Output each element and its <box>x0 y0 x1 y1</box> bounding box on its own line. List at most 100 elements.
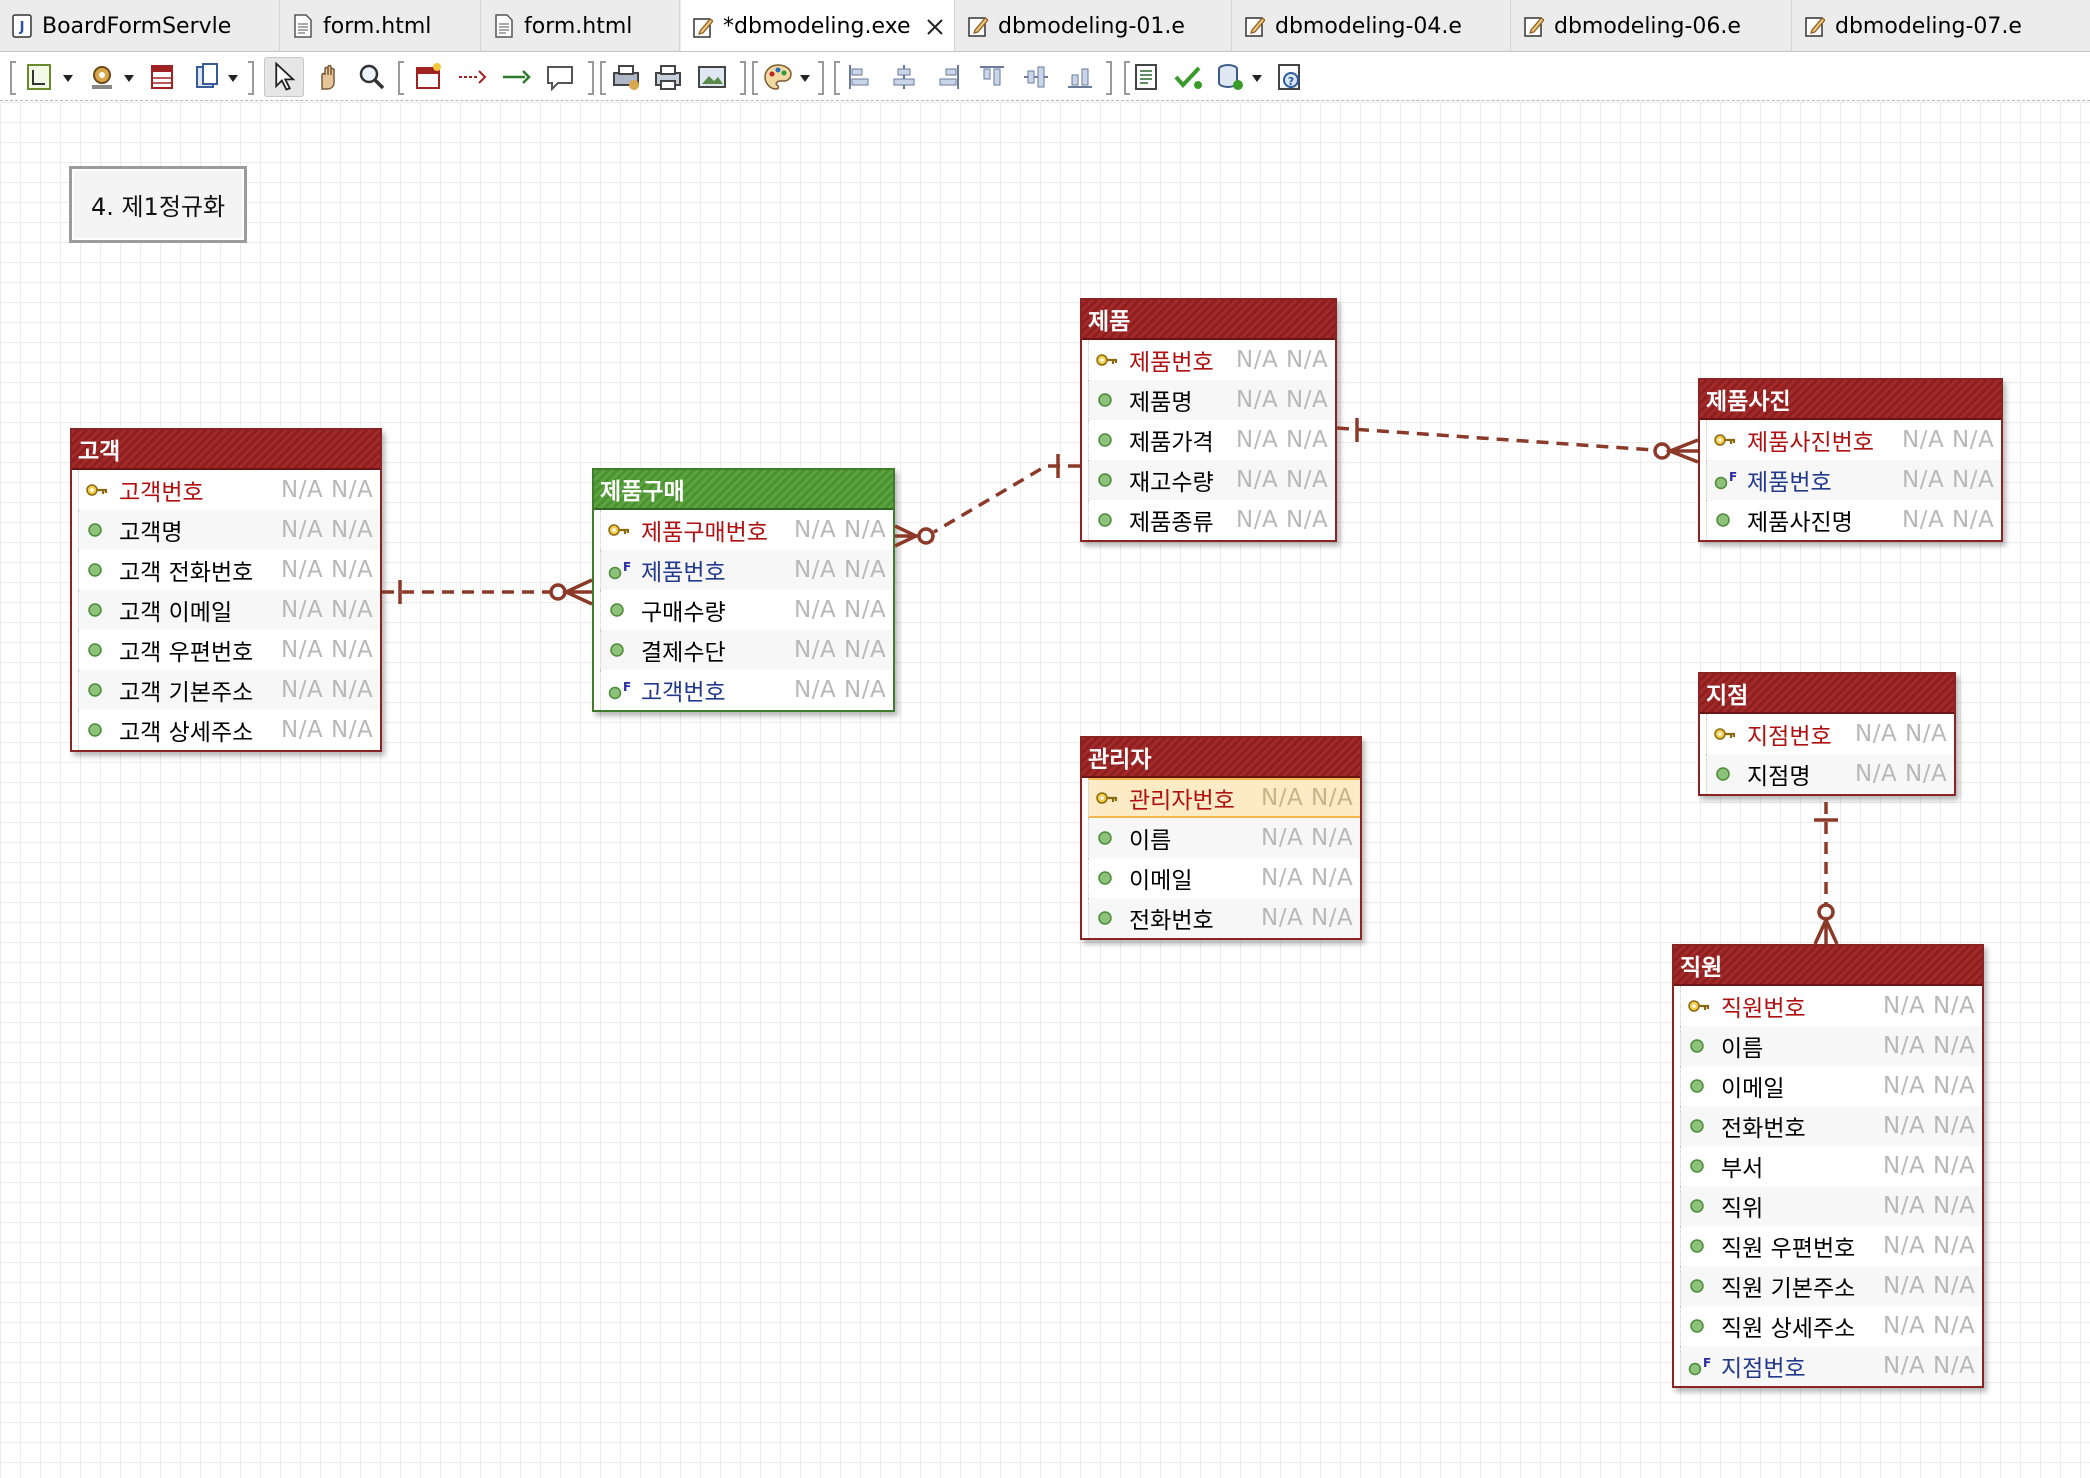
relation-solid-icon[interactable] <box>500 61 532 93</box>
column-row[interactable]: 직원 상세주소 N/A N/A <box>1680 1306 1982 1346</box>
primary-key-icon <box>1096 354 1118 366</box>
chevron-down-icon[interactable] <box>228 75 238 82</box>
column-row[interactable]: 직위 N/A N/A <box>1680 1186 1982 1226</box>
column-name: 직위 <box>1721 1196 1764 1222</box>
column-row[interactable]: 제품사진명 N/A N/A <box>1706 500 2001 540</box>
printer-icon[interactable] <box>652 61 684 93</box>
entity-product-photo[interactable]: 제품사진 제품사진번호 N/A N/A F 제품번호 N/A N/A 제품사진명 N/A N/… <box>1698 378 2003 542</box>
relation-dashed-icon[interactable] <box>456 61 488 93</box>
align-center-icon[interactable] <box>888 61 920 93</box>
column-row[interactable]: 부서 N/A N/A <box>1680 1146 1982 1186</box>
column-row[interactable]: 고객 우편번호 N/A N/A <box>78 630 380 670</box>
align-bottom-icon[interactable] <box>1064 61 1096 93</box>
settings-icon[interactable] <box>86 61 118 93</box>
column-row[interactable]: 제품번호 N/A N/A <box>1088 340 1335 380</box>
validate-icon[interactable] <box>1172 61 1204 93</box>
chevron-down-icon[interactable] <box>800 75 810 82</box>
column-row[interactable]: 고객번호 N/A N/A <box>78 470 380 510</box>
tab-dbmodeling-07[interactable]: dbmodeling-07.e <box>1793 0 2090 51</box>
ddl-icon[interactable] <box>1130 61 1162 93</box>
column-row[interactable]: 전화번호 N/A N/A <box>1088 898 1360 938</box>
tab-dbmodeling-active[interactable]: *dbmodeling.exe <box>681 0 955 51</box>
entity-header[interactable]: 제품 <box>1082 300 1335 340</box>
entity-employee[interactable]: 직원 직원번호 N/A N/A 이름 N/A N/A 이메일 N/A N/A 전화번호 N/A … <box>1672 944 1984 1388</box>
entity-branch[interactable]: 지점 지점번호 N/A N/A 지점명 N/A N/A <box>1698 672 1956 796</box>
column-row[interactable]: 제품종류 N/A N/A <box>1088 500 1335 540</box>
chevron-down-icon[interactable] <box>124 75 134 82</box>
column-row[interactable]: 직원번호 N/A N/A <box>1680 986 1982 1026</box>
column-row[interactable]: 제품가격 N/A N/A <box>1088 420 1335 460</box>
column-row[interactable]: 고객 기본주소 N/A N/A <box>78 670 380 710</box>
column-row[interactable]: 제품구매번호 N/A N/A <box>600 510 893 550</box>
zoom-icon[interactable] <box>356 61 388 93</box>
note-icon[interactable] <box>544 61 576 93</box>
column-row[interactable]: 이름 N/A N/A <box>1680 1026 1982 1066</box>
print-icon[interactable] <box>610 61 642 93</box>
tab-form-html-2[interactable]: form.html <box>482 0 680 51</box>
primary-key-icon <box>86 484 108 496</box>
image-export-icon[interactable] <box>696 61 728 93</box>
select-tool-button[interactable] <box>264 57 304 97</box>
attribute-icon <box>88 723 102 737</box>
copy-icon[interactable] <box>192 61 224 93</box>
tab-boardformservlet[interactable]: J BoardFormServle <box>0 0 280 51</box>
column-row[interactable]: F 제품번호 N/A N/A <box>600 550 893 590</box>
column-row[interactable]: 제품명 N/A N/A <box>1088 380 1335 420</box>
hand-icon[interactable] <box>312 61 344 93</box>
table-icon[interactable] <box>146 61 178 93</box>
column-row[interactable]: 제품사진번호 N/A N/A <box>1706 420 2001 460</box>
align-left-icon[interactable] <box>844 61 876 93</box>
entity-product[interactable]: 제품 제품번호 N/A N/A 제품명 N/A N/A 제품가격 N/A N/A 재고수량 N/… <box>1080 298 1337 542</box>
attribute-icon <box>1098 473 1112 487</box>
column-row[interactable]: 구매수량 N/A N/A <box>600 590 893 630</box>
column-row[interactable]: 고객 이메일 N/A N/A <box>78 590 380 630</box>
entity-header[interactable]: 제품구매 <box>594 470 893 510</box>
column-row[interactable]: 이메일 N/A N/A <box>1088 858 1360 898</box>
entity-header[interactable]: 제품사진 <box>1700 380 2001 420</box>
tab-dbmodeling-06[interactable]: dbmodeling-06.e <box>1512 0 1792 51</box>
column-row[interactable]: 직원 우편번호 N/A N/A <box>1680 1226 1982 1266</box>
database-sync-icon[interactable] <box>1214 61 1246 93</box>
close-icon[interactable] <box>924 16 946 38</box>
attribute-icon <box>1098 433 1112 447</box>
column-row[interactable]: 지점명 N/A N/A <box>1706 754 1954 794</box>
entity-header[interactable]: 직원 <box>1674 946 1982 986</box>
entity-product-purchase[interactable]: 제품구매 제품구매번호 N/A N/A F 제품번호 N/A N/A 구매수량 N/A N/A… <box>592 468 895 712</box>
column-row[interactable]: 결제수단 N/A N/A <box>600 630 893 670</box>
tab-form-html-1[interactable]: form.html <box>281 0 481 51</box>
entity-header[interactable]: 관리자 <box>1082 738 1360 778</box>
column-name: 부서 <box>1721 1156 1764 1182</box>
help-icon[interactable]: ? <box>1274 61 1306 93</box>
entity-admin[interactable]: 관리자 관리자번호 N/A N/A 이름 N/A N/A 이메일 N/A N/A 전화번호 N/… <box>1080 736 1362 940</box>
entity-header[interactable]: 지점 <box>1700 674 1954 714</box>
align-right-icon[interactable] <box>932 61 964 93</box>
chevron-down-icon[interactable] <box>63 75 73 82</box>
column-row[interactable]: 고객명 N/A N/A <box>78 510 380 550</box>
chevron-down-icon[interactable] <box>1252 75 1262 82</box>
column-row[interactable]: F 제품번호 N/A N/A <box>1706 460 2001 500</box>
entity-customer[interactable]: 고객 고객번호 N/A N/A 고객명 N/A N/A 고객 전화번호 N/A N/A 고객 … <box>70 428 382 752</box>
column-row[interactable]: F 지점번호 N/A N/A <box>1680 1346 1982 1386</box>
align-top-icon[interactable] <box>976 61 1008 93</box>
column-row[interactable]: 고객 전화번호 N/A N/A <box>78 550 380 590</box>
toolbar-separator <box>10 61 16 95</box>
tab-dbmodeling-04[interactable]: dbmodeling-04.e <box>1233 0 1511 51</box>
column-row[interactable]: 전화번호 N/A N/A <box>1680 1106 1982 1146</box>
attribute-icon <box>88 563 102 577</box>
align-middle-icon[interactable] <box>1020 61 1052 93</box>
column-row[interactable]: 이메일 N/A N/A <box>1680 1066 1982 1106</box>
column-row[interactable]: F 고객번호 N/A N/A <box>600 670 893 710</box>
tab-dbmodeling-01[interactable]: dbmodeling-01.e <box>956 0 1232 51</box>
column-row[interactable]: 관리자번호 N/A N/A <box>1088 778 1360 818</box>
diagram-note[interactable]: 4. 제1정규화 <box>69 166 247 243</box>
tab-label: dbmodeling-07.e <box>1835 13 2022 39</box>
column-row[interactable]: 이름 N/A N/A <box>1088 818 1360 858</box>
column-row[interactable]: 직원 기본주소 N/A N/A <box>1680 1266 1982 1306</box>
color-palette-icon[interactable] <box>762 61 794 93</box>
column-row[interactable]: 지점번호 N/A N/A <box>1706 714 1954 754</box>
column-row[interactable]: 고객 상세주소 N/A N/A <box>78 710 380 750</box>
column-row[interactable]: 재고수량 N/A N/A <box>1088 460 1335 500</box>
layout-icon[interactable] <box>24 61 56 93</box>
entity-header[interactable]: 고객 <box>72 430 380 470</box>
new-table-icon[interactable] <box>412 61 444 93</box>
